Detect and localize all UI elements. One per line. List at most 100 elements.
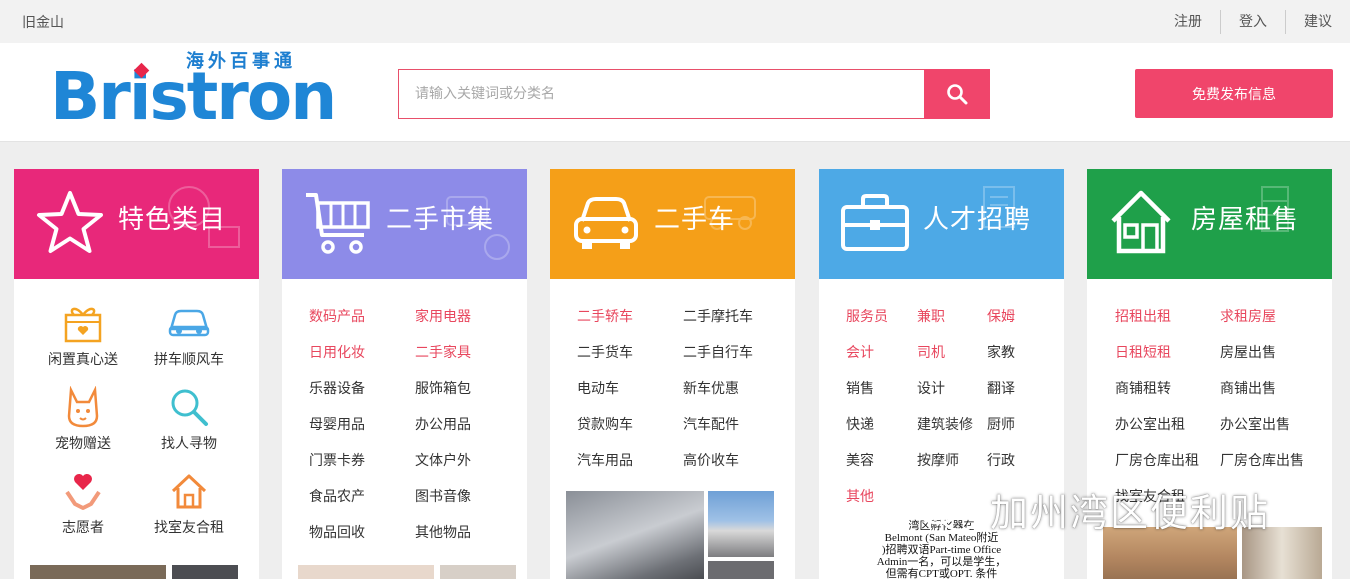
link-car-loans[interactable]: 贷款购车 — [577, 414, 633, 434]
link-used-sedans[interactable]: 二手轿车 — [577, 306, 633, 326]
search-input[interactable] — [399, 70, 925, 118]
link-shop-transfer[interactable]: 商铺租转 — [1115, 378, 1171, 398]
link-office-for-sale[interactable]: 办公室出售 — [1220, 414, 1290, 434]
link-car-parts[interactable]: 汽车配件 — [683, 414, 739, 434]
link-short-term-rental[interactable]: 日租短租 — [1115, 342, 1171, 362]
link-used-bicycles[interactable]: 二手自行车 — [683, 342, 753, 362]
home-icon — [1111, 190, 1171, 254]
link-massage[interactable]: 按摩师 — [917, 450, 959, 470]
house-icon — [171, 474, 207, 509]
login-link[interactable]: 登入 — [1220, 10, 1285, 34]
card-photo[interactable] — [708, 561, 774, 579]
link-used-furniture[interactable]: 二手家具 — [415, 342, 471, 362]
link-food-produce[interactable]: 食品农产 — [309, 486, 365, 506]
feature-volunteer[interactable]: 志愿者 — [28, 469, 138, 537]
feature-carpool[interactable]: 拼车顺风车 — [134, 301, 244, 369]
link-other-items[interactable]: 其他物品 — [415, 522, 471, 542]
card-featured-categories: 特色类目 闲置真心送 拼车顺风车 宠物赠送 找人寻物 志愿者 找室友合租 — [14, 169, 259, 579]
link-construction[interactable]: 建筑装修 — [917, 414, 973, 434]
link-recycling[interactable]: 物品回收 — [309, 522, 365, 542]
feature-free-giveaway[interactable]: 闲置真心送 — [28, 301, 138, 369]
link-rent-out[interactable]: 招租出租 — [1115, 306, 1171, 326]
feature-label: 拼车顺风车 — [154, 352, 224, 368]
link-tickets-cards[interactable]: 门票卡券 — [309, 450, 365, 470]
car-front-icon — [574, 197, 638, 249]
link-sales[interactable]: 销售 — [846, 378, 874, 398]
card-photo[interactable] — [172, 565, 238, 579]
link-beauty[interactable]: 美容 — [846, 450, 874, 470]
register-link[interactable]: 注册 — [1156, 10, 1220, 34]
card-title: 人才招聘 — [923, 205, 1032, 235]
link-sports-outdoor[interactable]: 文体户外 — [415, 450, 471, 470]
card-header[interactable]: 特色类目 — [14, 169, 259, 279]
search-button[interactable] — [924, 69, 990, 119]
link-home-appliances[interactable]: 家用电器 — [415, 306, 471, 326]
link-design[interactable]: 设计 — [917, 378, 945, 398]
pet-icon — [67, 386, 99, 428]
link-courier[interactable]: 快递 — [846, 414, 874, 434]
link-nanny[interactable]: 保姆 — [987, 306, 1015, 326]
link-admin[interactable]: 行政 — [987, 450, 1015, 470]
card-header[interactable]: 二手市集 — [282, 169, 527, 279]
link-part-time[interactable]: 兼职 — [917, 306, 945, 326]
top-links: 注册 登入 建议 — [1156, 10, 1350, 34]
link-apparel-bags[interactable]: 服饰箱包 — [415, 378, 471, 398]
card-photo[interactable] — [440, 565, 516, 579]
search-box — [398, 69, 990, 119]
link-driver[interactable]: 司机 — [917, 342, 945, 362]
star-icon — [37, 191, 103, 253]
link-house-for-sale[interactable]: 房屋出售 — [1220, 342, 1276, 362]
link-accountant[interactable]: 会计 — [846, 342, 874, 362]
link-daily-cosmetics[interactable]: 日用化妆 — [309, 342, 365, 362]
cart-icon — [306, 193, 370, 254]
poster-line: 但需有CPT或OPT. 条件 — [885, 568, 998, 579]
chat-bubble-icon — [914, 487, 980, 531]
link-digital-products[interactable]: 数码产品 — [309, 306, 365, 326]
link-other-jobs[interactable]: 其他 — [846, 486, 874, 506]
site-logo[interactable]: 海外百事通 Bristron — [50, 47, 337, 135]
link-baby-products[interactable]: 母婴用品 — [309, 414, 365, 434]
briefcase-icon — [841, 194, 909, 251]
link-warehouse-for-sale[interactable]: 厂房仓库出售 — [1220, 450, 1304, 470]
watermark: 加州湾区便利贴 — [912, 482, 1270, 537]
link-used-trucks[interactable]: 二手货车 — [577, 342, 633, 362]
card-photo[interactable] — [566, 491, 704, 579]
link-warehouse-for-rent[interactable]: 厂房仓库出租 — [1115, 450, 1199, 470]
link-tutor[interactable]: 家教 — [987, 342, 1015, 362]
card-photo[interactable] — [708, 491, 774, 557]
card-photo[interactable] — [30, 565, 166, 579]
card-title: 二手车 — [654, 205, 736, 235]
card-header[interactable]: 人才招聘 — [819, 169, 1064, 279]
logo-english-text: Bristron — [50, 58, 337, 135]
card-header[interactable]: 房屋租售 — [1087, 169, 1332, 279]
link-shop-for-sale[interactable]: 商铺出售 — [1220, 378, 1276, 398]
city-selector[interactable]: 旧金山 — [22, 12, 64, 32]
feedback-link[interactable]: 建议 — [1285, 10, 1350, 34]
card-header[interactable]: 二手车 — [550, 169, 795, 279]
link-electric-vehicles[interactable]: 电动车 — [577, 378, 619, 398]
feature-lost-found[interactable]: 找人寻物 — [134, 385, 244, 453]
link-car-supplies[interactable]: 汽车用品 — [577, 450, 633, 470]
link-books-media[interactable]: 图书音像 — [415, 486, 471, 506]
link-instruments[interactable]: 乐器设备 — [309, 378, 365, 398]
link-seek-rental[interactable]: 求租房屋 — [1220, 306, 1276, 326]
link-office-supplies[interactable]: 办公用品 — [415, 414, 471, 434]
card-used-cars: 二手车 二手轿车 二手摩托车 二手货车 二手自行车 电动车 新车优惠 贷款购车 … — [550, 169, 795, 579]
feature-label: 找人寻物 — [161, 436, 217, 452]
link-chef[interactable]: 厨师 — [987, 414, 1015, 434]
top-bar: 旧金山 注册 登入 建议 — [0, 0, 1350, 43]
feature-pet-giveaway[interactable]: 宠物赠送 — [28, 385, 138, 453]
feature-label: 闲置真心送 — [48, 352, 118, 368]
link-translation[interactable]: 翻译 — [987, 378, 1015, 398]
link-waiter[interactable]: 服务员 — [846, 306, 888, 326]
link-office-for-rent[interactable]: 办公室出租 — [1115, 414, 1185, 434]
link-car-buyback[interactable]: 高价收车 — [683, 450, 739, 470]
poster-line: )招聘双语Part-time Office — [881, 544, 1002, 556]
card-photo[interactable] — [298, 565, 434, 579]
card-secondhand-market: 二手市集 数码产品 家用电器 日用化妆 二手家具 乐器设备 服饰箱包 母婴用品 … — [282, 169, 527, 579]
header: 海外百事通 Bristron 免费发布信息 — [0, 43, 1350, 142]
link-new-car-deals[interactable]: 新车优惠 — [683, 378, 739, 398]
post-free-info-button[interactable]: 免费发布信息 — [1135, 69, 1333, 118]
link-used-motorcycles[interactable]: 二手摩托车 — [683, 306, 753, 326]
feature-find-roommate[interactable]: 找室友合租 — [134, 469, 244, 537]
